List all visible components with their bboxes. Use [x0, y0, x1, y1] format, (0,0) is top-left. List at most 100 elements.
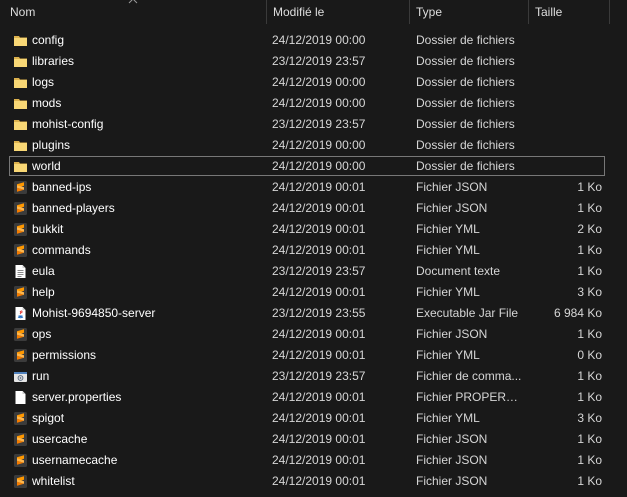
file-row[interactable]: mohist-config 23/12/2019 23:57 Dossier d…: [0, 114, 627, 135]
file-name: mohist-config: [32, 117, 104, 131]
file-type: Dossier de fichiers: [416, 96, 515, 110]
file-modified-date: 24/12/2019 00:00: [272, 138, 366, 152]
file-row[interactable]: bukkit 24/12/2019 00:01 Fichier YML 2 Ko: [0, 219, 627, 240]
file-type: Executable Jar File: [416, 306, 519, 320]
file-size: 1 Ko: [577, 432, 602, 446]
file-size: [530, 156, 602, 177]
file-row[interactable]: spigot 24/12/2019 00:01 Fichier YML 3 Ko: [0, 408, 627, 429]
blank-file-icon: [13, 390, 28, 405]
sublime-file-icon: [13, 474, 28, 489]
file-type: Fichier JSON: [416, 453, 488, 467]
file-size: 1 Ko: [577, 201, 602, 215]
file-row[interactable]: whitelist 24/12/2019 00:01 Fichier JSON …: [0, 471, 627, 492]
file-type: Fichier YML: [416, 348, 480, 362]
file-size: [530, 135, 602, 156]
file-name: run: [32, 369, 50, 383]
folder-icon: [13, 75, 28, 90]
file-modified-date: 24/12/2019 00:01: [272, 285, 366, 299]
file-size: [530, 93, 602, 114]
file-name: libraries: [32, 54, 75, 68]
file-size: 1 Ko: [577, 369, 602, 383]
file-type: Fichier de comma...: [416, 369, 522, 383]
file-modified-date: 24/12/2019 00:00: [272, 75, 366, 89]
file-name: mods: [32, 96, 62, 110]
file-name: usernamecache: [32, 453, 118, 467]
file-row[interactable]: libraries 23/12/2019 23:57 Dossier de fi…: [0, 51, 627, 72]
file-type: Dossier de fichiers: [416, 138, 515, 152]
file-row[interactable]: logs 24/12/2019 00:00 Dossier de fichier…: [0, 72, 627, 93]
file-modified-date: 24/12/2019 00:00: [272, 96, 366, 110]
file-name: banned-players: [32, 201, 115, 215]
file-row[interactable]: commands 24/12/2019 00:01 Fichier YML 1 …: [0, 240, 627, 261]
file-modified-date: 23/12/2019 23:57: [272, 117, 366, 131]
file-row[interactable]: help 24/12/2019 00:01 Fichier YML 3 Ko: [0, 282, 627, 303]
file-modified-date: 24/12/2019 00:01: [272, 327, 366, 341]
file-row[interactable]: world 24/12/2019 00:00 Dossier de fichie…: [0, 156, 627, 177]
file-explorer: Nom Modifié le Type Taille config 24/12/…: [0, 0, 627, 497]
file-name: ops: [32, 327, 52, 341]
file-name: world: [32, 159, 61, 173]
file-size: [530, 51, 602, 72]
sublime-file-icon: [13, 180, 28, 195]
file-type: Fichier JSON: [416, 327, 488, 341]
column-header-name[interactable]: Nom: [4, 0, 266, 24]
sublime-file-icon: [13, 453, 28, 468]
file-row[interactable]: server.properties 24/12/2019 00:01 Fichi…: [0, 387, 627, 408]
file-modified-date: 24/12/2019 00:00: [272, 159, 366, 173]
file-name: banned-ips: [32, 180, 92, 194]
file-row[interactable]: Mohist-9694850-server 23/12/2019 23:55 E…: [0, 303, 627, 324]
file-row[interactable]: permissions 24/12/2019 00:01 Fichier YML…: [0, 345, 627, 366]
folder-icon: [13, 117, 28, 132]
sublime-file-icon: [13, 243, 28, 258]
file-type: Fichier YML: [416, 243, 480, 257]
file-size: 3 Ko: [577, 411, 602, 425]
file-size: 1 Ko: [577, 390, 602, 404]
file-name: bukkit: [32, 222, 64, 236]
file-row[interactable]: banned-players 24/12/2019 00:01 Fichier …: [0, 198, 627, 219]
file-row[interactable]: run 23/12/2019 23:57 Fichier de comma...…: [0, 366, 627, 387]
column-header-type[interactable]: Type: [410, 0, 528, 24]
folder-icon: [13, 96, 28, 111]
column-separator[interactable]: [609, 0, 610, 24]
file-row[interactable]: ops 24/12/2019 00:01 Fichier JSON 1 Ko: [0, 324, 627, 345]
file-modified-date: 24/12/2019 00:01: [272, 243, 366, 257]
batch-file-icon: [13, 369, 28, 384]
sublime-file-icon: [13, 411, 28, 426]
file-type: Dossier de fichiers: [416, 117, 515, 131]
column-header-size[interactable]: Taille: [529, 0, 609, 24]
file-row[interactable]: banned-ips 24/12/2019 00:01 Fichier JSON…: [0, 177, 627, 198]
column-header-date[interactable]: Modifié le: [267, 0, 409, 24]
file-row[interactable]: usernamecache 24/12/2019 00:01 Fichier J…: [0, 450, 627, 471]
sublime-file-icon: [13, 201, 28, 216]
file-size: 2 Ko: [577, 222, 602, 236]
file-modified-date: 24/12/2019 00:01: [272, 474, 366, 488]
file-type: Document texte: [416, 264, 501, 278]
file-type: Fichier YML: [416, 411, 480, 425]
file-row[interactable]: usercache 24/12/2019 00:01 Fichier JSON …: [0, 429, 627, 450]
sublime-file-icon: [13, 327, 28, 342]
folder-icon: [13, 138, 28, 153]
file-row[interactable]: eula 23/12/2019 23:57 Document texte 1 K…: [0, 261, 627, 282]
file-size: 1 Ko: [577, 180, 602, 194]
file-modified-date: 24/12/2019 00:01: [272, 390, 366, 404]
folder-icon: [13, 159, 28, 174]
file-type: Fichier JSON: [416, 180, 488, 194]
file-modified-date: 24/12/2019 00:01: [272, 432, 366, 446]
file-row[interactable]: plugins 24/12/2019 00:00 Dossier de fich…: [0, 135, 627, 156]
file-name: logs: [32, 75, 55, 89]
folder-icon: [13, 33, 28, 48]
file-name: usercache: [32, 432, 88, 446]
file-name: plugins: [32, 138, 71, 152]
file-size: [530, 72, 602, 93]
file-row[interactable]: config 24/12/2019 00:00 Dossier de fichi…: [0, 30, 627, 51]
file-type: Fichier YML: [416, 222, 480, 236]
sublime-file-icon: [13, 222, 28, 237]
file-name: permissions: [32, 348, 97, 362]
file-row[interactable]: mods 24/12/2019 00:00 Dossier de fichier…: [0, 93, 627, 114]
file-size: 1 Ko: [577, 474, 602, 488]
file-list: config 24/12/2019 00:00 Dossier de fichi…: [0, 30, 627, 492]
file-modified-date: 24/12/2019 00:01: [272, 453, 366, 467]
file-size: 1 Ko: [577, 453, 602, 467]
file-modified-date: 24/12/2019 00:00: [272, 33, 366, 47]
file-modified-date: 24/12/2019 00:01: [272, 222, 366, 236]
